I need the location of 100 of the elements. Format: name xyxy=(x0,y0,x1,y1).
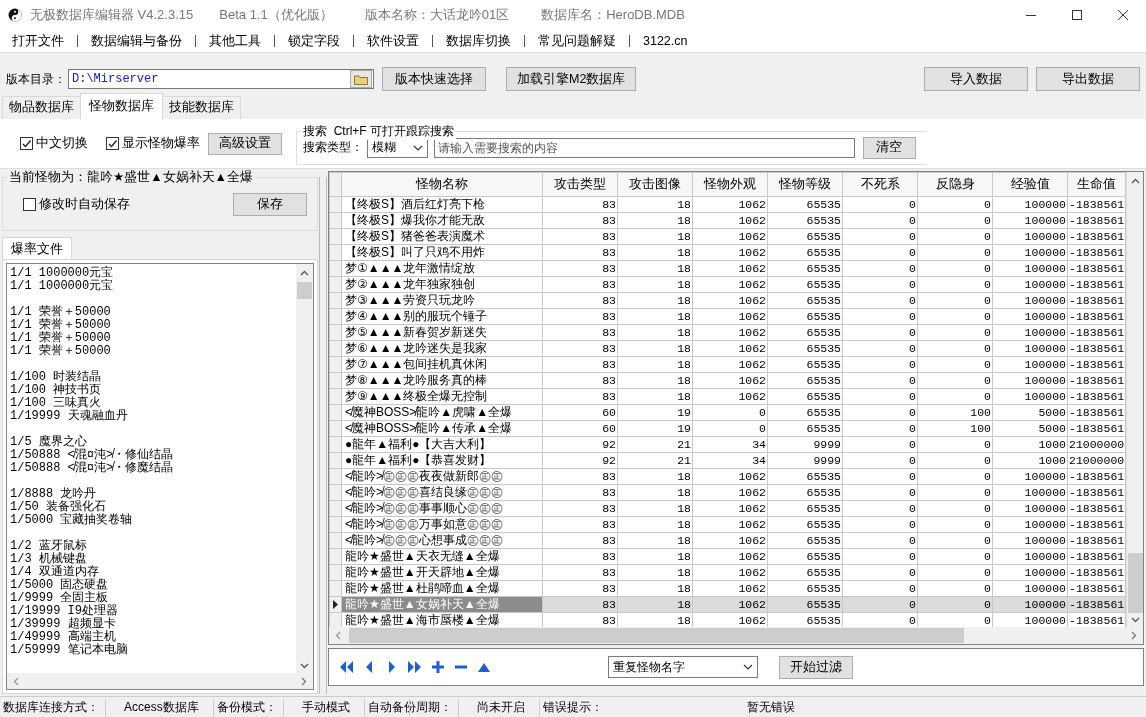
scroll-left-icon xyxy=(335,631,341,640)
table-cell: -1838561 xyxy=(1067,228,1126,245)
close-icon[interactable] xyxy=(1118,10,1128,20)
menu-item[interactable]: 数据库切换 xyxy=(440,32,517,50)
table-cell: 65535 xyxy=(767,212,843,229)
column-header[interactable]: 不死系 xyxy=(842,172,918,197)
status-label: 备份模式： xyxy=(212,698,283,716)
column-header[interactable]: 经验值 xyxy=(992,172,1068,197)
table-cell: 0 xyxy=(842,548,918,565)
column-header[interactable]: 反隐身 xyxy=(917,172,993,197)
column-header[interactable]: 怪物等级 xyxy=(767,172,843,197)
menu-item[interactable]: 打开文件 xyxy=(6,32,70,50)
menu-item[interactable]: 其他工具 xyxy=(203,32,267,50)
menu-item[interactable]: 锁定字段 xyxy=(282,32,346,50)
tab[interactable]: 爆率文件 xyxy=(2,237,72,259)
table-cell: 梦①▲▲▲龙年激情绽放 xyxy=(341,260,543,277)
menu-item[interactable]: 3122.cn xyxy=(637,34,694,48)
table-cell: 0 xyxy=(842,308,918,325)
tab[interactable]: 怪物数据库 xyxy=(80,93,163,119)
browse-button[interactable] xyxy=(350,70,372,88)
scrollbar-thumb[interactable] xyxy=(1127,553,1143,613)
advanced-settings-button[interactable]: 高级设置 xyxy=(208,132,282,155)
table-cell: 83 xyxy=(542,292,618,309)
scroll-right-icon[interactable] xyxy=(1131,631,1137,640)
table-cell: ≮魔神BOSS≯龍吟▲传承▲全爆 xyxy=(341,420,543,437)
checkbox[interactable] xyxy=(20,137,33,150)
toolbar-button[interactable]: 导出数据 xyxy=(1036,67,1140,91)
scrollbar[interactable] xyxy=(329,627,1143,644)
text-line: 1/8888 龙吟丹 xyxy=(10,488,97,501)
table-cell: 0 xyxy=(917,500,993,517)
clear-button[interactable]: 清空 xyxy=(862,136,916,159)
table-cell: 83 xyxy=(542,228,618,245)
table-cell: 龍吟★盛世▲杜鹃啼血▲全爆 xyxy=(341,580,543,597)
checkbox-label[interactable]: 显示怪物爆率 xyxy=(122,135,200,152)
table-cell: 65535 xyxy=(767,340,843,357)
tab[interactable]: 物品数据库 xyxy=(2,96,81,119)
scrollbar[interactable] xyxy=(6,673,314,690)
table-cell: -1838561 xyxy=(1067,388,1126,405)
scrollbar[interactable] xyxy=(296,264,313,673)
table-cell: 0 xyxy=(842,516,918,533)
menu-item[interactable]: 常见问题解疑 xyxy=(532,32,622,50)
table-cell: -1838561 xyxy=(1067,308,1126,325)
plus-icon[interactable] xyxy=(431,660,445,674)
table-cell: -1838561 xyxy=(1067,404,1126,421)
tab[interactable]: 技能数据库 xyxy=(162,96,241,119)
filter-dropdown[interactable]: 重复怪物名字 xyxy=(608,656,758,678)
column-header[interactable]: 攻击图像 xyxy=(617,172,693,197)
scrollbar-thumb[interactable] xyxy=(349,628,964,643)
table-cell: 100000 xyxy=(992,564,1068,581)
column-header[interactable]: 怪物外观 xyxy=(692,172,768,197)
toolbar-button[interactable]: 加载引擎M2数据库 xyxy=(506,67,637,91)
toolbar-button[interactable]: 版本快速选择 xyxy=(382,67,486,91)
table-cell: 【终极S】酒后红灯亮下枪 xyxy=(341,196,543,213)
checkbox-label[interactable]: 修改时自动保存 xyxy=(39,195,130,213)
table-cell: 0 xyxy=(917,484,993,501)
table-cell: 0 xyxy=(842,532,918,549)
menu-item[interactable]: 软件设置 xyxy=(361,32,425,50)
table-cell: 梦⑥▲▲▲龙吟迷失是我家 xyxy=(341,340,543,357)
table-cell: 1062 xyxy=(692,196,768,213)
table-cell: 0 xyxy=(917,388,993,405)
table-cell: 18 xyxy=(617,212,693,229)
table-cell: 21 xyxy=(617,436,693,453)
table-cell: 19 xyxy=(617,420,693,437)
menu-item[interactable]: 数据编辑与备份 xyxy=(85,32,188,50)
scrollbar-thumb[interactable] xyxy=(297,282,312,299)
column-header[interactable]: 攻击类型 xyxy=(542,172,618,197)
table-cell: 34 xyxy=(692,452,768,469)
checkbox[interactable] xyxy=(23,197,36,211)
save-button[interactable]: 保存 xyxy=(233,192,307,216)
table-cell: 0 xyxy=(917,340,993,357)
table-cell: 100000 xyxy=(992,228,1068,245)
toolbar-button[interactable]: 导入数据 xyxy=(924,67,1028,91)
checkbox-label[interactable]: 中文切换 xyxy=(36,135,88,152)
text-line: 1/1 荣誉＋50000 xyxy=(10,345,112,358)
table-cell: 65535 xyxy=(767,388,843,405)
check-icon xyxy=(107,138,118,149)
group-title: 当前怪物为：龍吟★盛世▲女娲补天▲全爆 xyxy=(7,169,255,186)
table-cell: 65535 xyxy=(767,308,843,325)
last-record-icon[interactable] xyxy=(408,660,422,674)
table-cell: 18 xyxy=(617,500,693,517)
start-filter-button[interactable]: 开始过滤 xyxy=(779,655,853,679)
table-cell: 18 xyxy=(617,244,693,261)
table-cell: 65535 xyxy=(767,532,843,549)
checkbox[interactable] xyxy=(106,137,119,150)
table-cell: 0 xyxy=(842,436,918,453)
table-cell: 0 xyxy=(917,196,993,213)
search-field[interactable]: 请输入需要搜索的内容 xyxy=(434,137,855,158)
table-cell: 0 xyxy=(842,244,918,261)
drop-file-editor[interactable] xyxy=(2,259,318,694)
maximize-icon[interactable] xyxy=(1072,10,1082,20)
first-record-icon[interactable] xyxy=(339,660,353,674)
directory-field[interactable]: D:\Mirserver xyxy=(68,69,374,89)
table-cell: 1062 xyxy=(692,292,768,309)
column-header[interactable]: 怪物名称 xyxy=(341,172,543,197)
table-cell: 1062 xyxy=(692,340,768,357)
scroll-right-icon[interactable] xyxy=(301,676,307,686)
table-cell: 1062 xyxy=(692,276,768,293)
column-header[interactable]: 生命值 xyxy=(1067,172,1126,197)
table-cell: 65535 xyxy=(767,292,843,309)
table-cell: 0 xyxy=(842,420,918,437)
